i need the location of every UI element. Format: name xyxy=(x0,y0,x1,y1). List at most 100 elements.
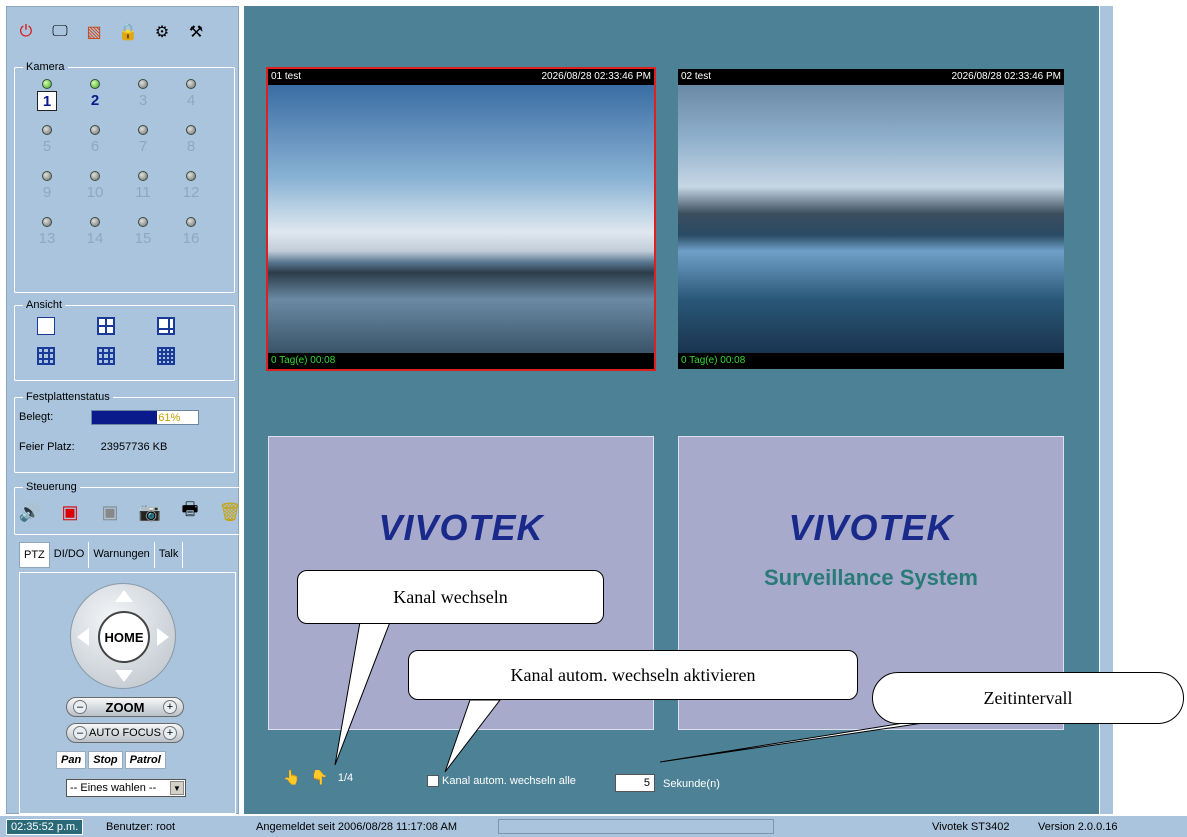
camera-12[interactable]: 12 xyxy=(167,171,215,203)
camera-number: 16 xyxy=(182,230,200,247)
tab-ptz[interactable]: PTZ xyxy=(19,542,50,568)
auto-switch-row: Kanal autom. wechseln alle xyxy=(427,775,576,787)
tile-header: 02 test 2026/08/28 02:33:46 PM xyxy=(678,69,1064,85)
autofocus-control: – AUTO FOCUS + xyxy=(66,723,184,743)
prev-channel-icon[interactable]: 👆 xyxy=(283,769,300,786)
preset-select[interactable]: -- Eines wahlen -- ▼ xyxy=(66,779,186,797)
color-icon[interactable]: ▧ xyxy=(83,21,105,43)
focus-far-button[interactable]: + xyxy=(162,726,177,740)
tile-channel: 02 test xyxy=(681,71,712,82)
pan-up-icon[interactable] xyxy=(115,590,133,602)
layout-9-icon[interactable] xyxy=(37,347,55,365)
layout-1-icon[interactable] xyxy=(37,317,55,335)
camera-13[interactable]: 13 xyxy=(23,217,71,249)
speaker-icon[interactable]: 🔊 xyxy=(19,501,41,523)
view-group: Ansicht xyxy=(14,299,235,381)
disk-free-row: Feier Platz: 23957736 KB xyxy=(19,439,234,455)
pan-right-icon[interactable] xyxy=(157,628,169,646)
pan-down-icon[interactable] xyxy=(115,670,133,682)
monitor-icon[interactable]: 🖵 xyxy=(49,21,71,43)
zoom-control: – ZOOM + xyxy=(66,697,184,717)
camera-number: 11 xyxy=(135,184,151,201)
zoom-label: ZOOM xyxy=(105,699,145,715)
chevron-down-icon[interactable]: ▼ xyxy=(170,781,184,795)
layout-4-icon[interactable] xyxy=(97,317,115,335)
layout-13-icon[interactable] xyxy=(97,347,115,365)
camera-group: Kamera 1 2 3 4 5 6 7 8 9 10 11 12 13 14 15 16 xyxy=(14,61,235,293)
camera-14[interactable]: 14 xyxy=(71,217,119,249)
next-channel-icon[interactable]: 👇 xyxy=(310,769,327,786)
disk-free-label: Feier Platz: xyxy=(19,441,75,453)
camera-status-led-icon xyxy=(138,125,148,135)
callout-kanal-wechseln: Kanal wechseln xyxy=(297,570,604,624)
disk-used-label: Belegt: xyxy=(19,411,54,423)
camera-16[interactable]: 16 xyxy=(167,217,215,249)
camera-2[interactable]: 2 xyxy=(71,79,119,111)
layout-16-icon[interactable] xyxy=(157,347,175,365)
record-icon[interactable]: ▣ xyxy=(59,501,81,523)
stop-button[interactable]: Stop xyxy=(88,751,123,769)
power-icon[interactable]: ⏻ xyxy=(15,21,37,43)
tab-dido[interactable]: DI/DO xyxy=(50,542,90,568)
camera-number: 3 xyxy=(138,92,148,109)
pan-left-icon[interactable] xyxy=(77,628,89,646)
patrol-button[interactable]: Patrol xyxy=(124,751,166,769)
delete-icon[interactable]: 🗑 xyxy=(219,501,242,523)
camera-status-led-icon xyxy=(90,125,100,135)
camera-11[interactable]: 11 xyxy=(119,171,167,203)
tab-warnungen[interactable]: Warnungen xyxy=(89,542,155,568)
camera-status-led-icon xyxy=(186,79,196,89)
status-progress xyxy=(498,819,774,834)
zoom-in-button[interactable]: + xyxy=(163,700,177,714)
camera-status-led-icon xyxy=(186,125,196,135)
status-clock: 02:35:52 p.m. xyxy=(6,819,84,835)
camera-tile-1[interactable]: 01 test 2026/08/28 02:33:46 PM 0 Tag(e) … xyxy=(266,67,656,371)
tile-footer: 0 Tag(e) 00:08 xyxy=(678,353,1064,369)
camera-number: 12 xyxy=(182,184,200,201)
tile-time: 2026/08/28 02:33:46 PM xyxy=(951,71,1061,82)
tab-talk[interactable]: Talk xyxy=(155,542,184,568)
lock-icon[interactable]: 🔒 xyxy=(117,21,139,43)
print-icon[interactable]: 🖶 xyxy=(179,499,201,523)
direction-pad: HOME xyxy=(70,583,176,689)
view-legend: Ansicht xyxy=(26,299,63,311)
camera-number: 10 xyxy=(86,184,104,201)
camera-tile-2[interactable]: 02 test 2026/08/28 02:33:46 PM 0 Tag(e) … xyxy=(678,69,1064,369)
camera-1[interactable]: 1 xyxy=(23,79,71,111)
tile-header: 01 test 2026/08/28 02:33:46 PM xyxy=(268,69,654,85)
focus-near-button[interactable]: – xyxy=(73,726,87,740)
stop-record-icon[interactable]: ▣ xyxy=(99,501,121,523)
disk-status-group: Festplattenstatus Belegt: 61% Feier Plat… xyxy=(14,391,235,473)
camera-10[interactable]: 10 xyxy=(71,171,119,203)
camera-9[interactable]: 9 xyxy=(23,171,71,203)
left-panel: ⏻ 🖵 ▧ 🔒 ⚙ ⚒ Kamera 1 2 3 4 5 6 7 8 9 10 11 12 13 14 15… xyxy=(6,6,242,814)
tools-icon[interactable]: ⚒ xyxy=(185,21,207,43)
camera-3[interactable]: 3 xyxy=(119,79,167,111)
zoom-out-button[interactable]: – xyxy=(73,700,87,714)
camera-image xyxy=(268,85,654,353)
interval-unit: Sekunde(n) xyxy=(663,778,720,790)
camera-8[interactable]: 8 xyxy=(167,125,215,157)
camera-status-led-icon xyxy=(186,171,196,181)
autofocus-label: AUTO FOCUS xyxy=(89,727,161,739)
camera-status-led-icon xyxy=(90,79,100,89)
camera-status-led-icon xyxy=(42,171,52,181)
pan-button[interactable]: Pan xyxy=(56,751,87,769)
camera-5[interactable]: 5 xyxy=(23,125,71,157)
camera-legend: Kamera xyxy=(26,61,65,73)
tile-channel: 01 test xyxy=(271,71,302,82)
camera-6[interactable]: 6 xyxy=(71,125,119,157)
camera-number: 6 xyxy=(90,138,100,155)
interval-input[interactable]: 5 xyxy=(615,774,655,792)
camera-7[interactable]: 7 xyxy=(119,125,167,157)
camera-4[interactable]: 4 xyxy=(167,79,215,111)
status-user: Benutzer: root xyxy=(106,821,176,833)
layout-6-icon[interactable] xyxy=(157,317,175,335)
snapshot-icon[interactable]: 📷 xyxy=(139,501,161,523)
home-button[interactable]: HOME xyxy=(98,611,150,663)
camera-15[interactable]: 15 xyxy=(119,217,167,249)
camera-status-led-icon xyxy=(186,217,196,227)
settings-icon[interactable]: ⚙ xyxy=(151,21,173,43)
camera-number: 4 xyxy=(186,92,196,109)
auto-switch-checkbox[interactable] xyxy=(427,775,439,787)
